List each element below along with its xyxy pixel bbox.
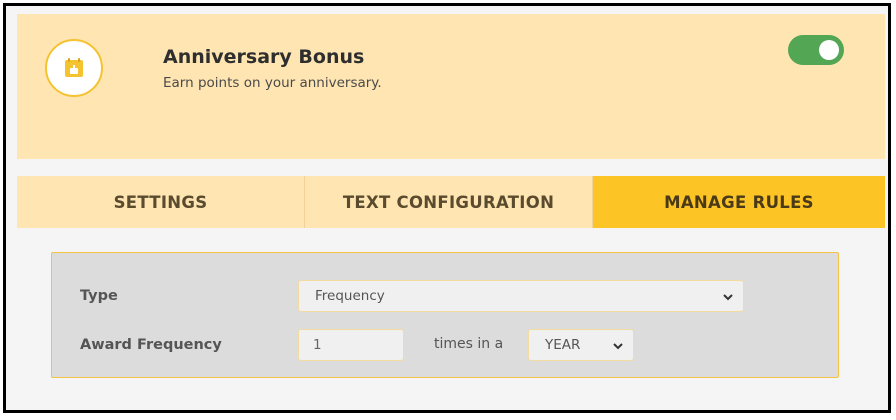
type-label: Type [80,288,118,304]
program-enabled-toggle[interactable] [788,35,844,65]
chevron-down-icon [613,343,623,350]
chevron-down-icon [723,294,733,301]
program-title: Anniversary Bonus [163,46,365,68]
award-frequency-label: Award Frequency [80,337,222,353]
rules-panel: Type Frequency Award Frequency 1 times i… [51,252,839,378]
tab-manage-rules[interactable]: MANAGE RULES [593,176,885,228]
period-select-value: YEAR [545,337,581,353]
tab-text-configuration[interactable]: TEXT CONFIGURATION [305,176,593,228]
award-frequency-input[interactable]: 1 [298,329,404,361]
type-select[interactable]: Frequency [298,280,744,312]
calendar-cake-icon [65,58,83,77]
times-in-a-label: times in a [434,336,504,352]
program-badge [45,39,103,97]
tab-settings[interactable]: SETTINGS [17,176,305,228]
program-subtitle: Earn points on your anniversary. [163,75,382,91]
period-select[interactable]: YEAR [528,329,634,361]
toggle-knob [819,40,839,60]
type-select-value: Frequency [315,288,385,304]
program-card: Anniversary Bonus Earn points on your an… [3,3,891,413]
program-header: Anniversary Bonus Earn points on your an… [17,14,885,159]
tab-bar: SETTINGS TEXT CONFIGURATION MANAGE RULES [17,176,885,228]
